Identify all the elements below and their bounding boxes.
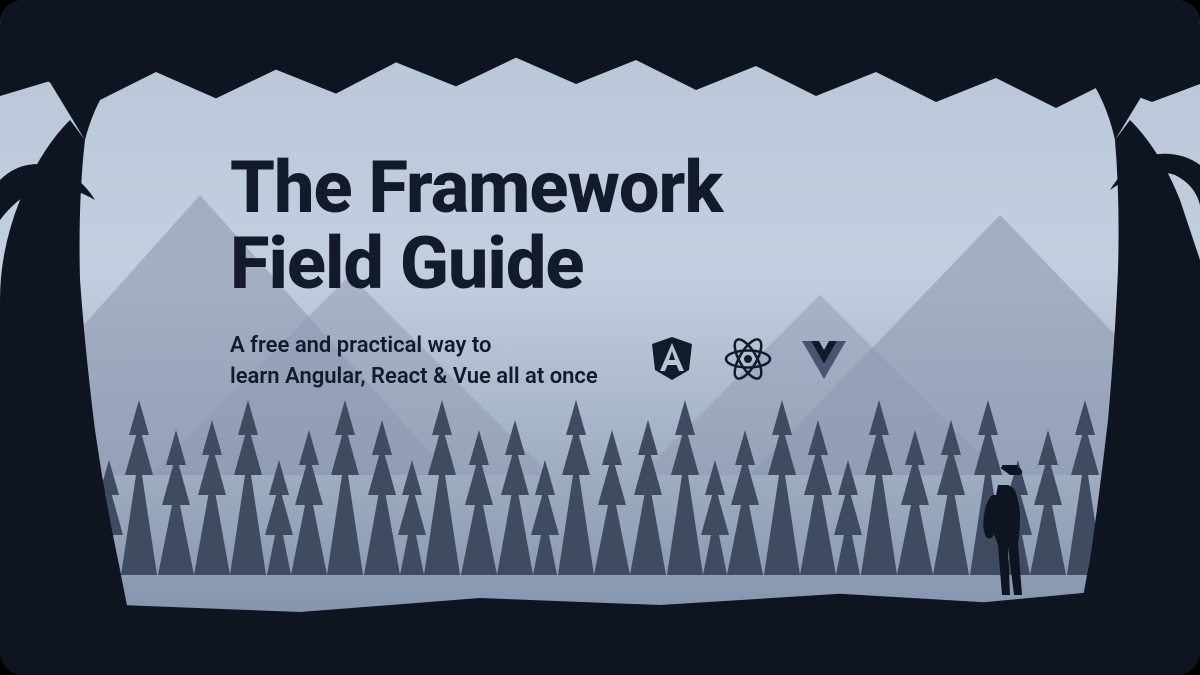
- subtitle-line-1: A free and practical way to: [230, 333, 491, 358]
- react-icon: [724, 335, 772, 383]
- page-title: The Framework Field Guide: [230, 150, 1000, 301]
- hiker-silhouette: [980, 465, 1030, 595]
- subtitle: A free and practical way to learn Angula…: [230, 331, 598, 393]
- hero-scene: The Framework Field Guide A free and pra…: [0, 0, 1200, 675]
- vue-icon: [800, 335, 848, 383]
- hero-content: The Framework Field Guide A free and pra…: [230, 150, 1000, 393]
- title-line-1: The Framework: [230, 145, 722, 230]
- framework-icons: [648, 335, 848, 383]
- canopy-layer: [0, 0, 1200, 120]
- angular-icon: [648, 335, 696, 383]
- subtitle-line-2: learn Angular, React & Vue all at once: [230, 364, 598, 389]
- title-line-2: Field Guide: [230, 221, 583, 306]
- subtitle-row: A free and practical way to learn Angula…: [230, 331, 1000, 393]
